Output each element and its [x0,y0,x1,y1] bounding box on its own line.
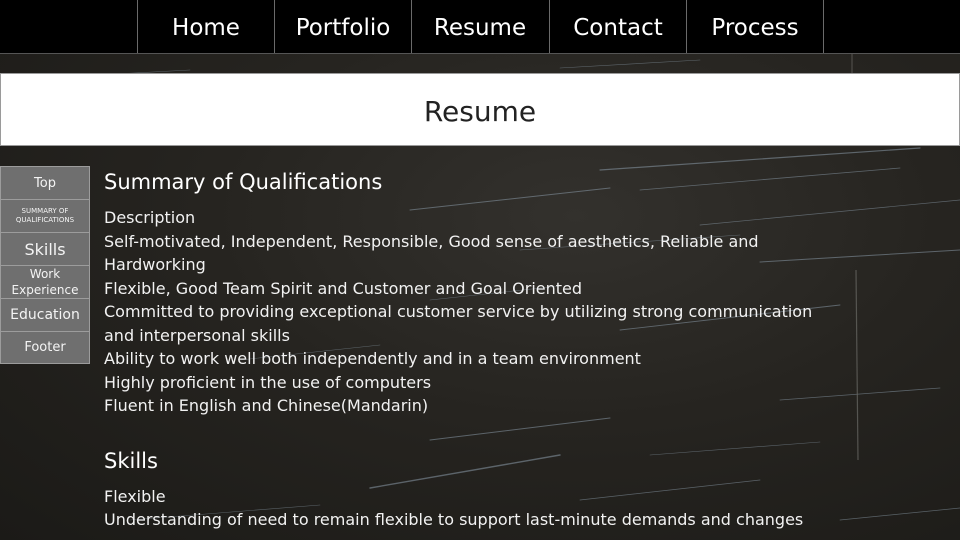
nav-portfolio-link[interactable]: Portfolio [274,0,411,53]
top-navigation: Home Portfolio Resume Contact Process [0,0,960,54]
section-sidebar: Top SUMMARY OF QUALIFICATIONS Skills Wor… [0,166,90,364]
section-subheading: Flexible [104,486,166,506]
summary-line: Ability to work well both independently … [104,349,641,368]
sidebar-item-label: Top [34,175,56,191]
nav-process-link[interactable]: Process [686,0,824,53]
sidebar-item-label: Work Experience [11,267,79,297]
sidebar-item-footer[interactable]: Footer [0,331,90,364]
section-title: Skills [104,448,158,473]
nav-contact-link[interactable]: Contact [549,0,686,53]
summary-line: Highly proficient in the use of computer… [104,372,432,392]
nav-home-link[interactable]: Home [137,0,274,53]
resume-content: Summary of Qualifications Description Se… [104,167,834,532]
page-header: Resume [0,73,960,146]
section-subheading: Description [104,208,196,227]
summary-line: Committed to providing exceptional custo… [104,302,813,345]
sidebar-item-label: Skills [24,239,66,259]
page-title: Resume [423,95,537,128]
summary-line: Flexible, Good Team Spirit and Customer … [104,278,583,298]
summary-section: Summary of Qualifications Description Se… [104,167,834,418]
nav-resume-link[interactable]: Resume [411,0,548,53]
sidebar-item-label: Education [10,307,80,323]
sidebar-item-work-experience[interactable]: Work Experience [0,265,90,298]
sidebar-item-skills[interactable]: Skills [0,232,90,265]
summary-line: Self-motivated, Independent, Responsible… [104,231,759,275]
section-title: Summary of Qualifications [104,170,383,194]
sidebar-item-education[interactable]: Education [0,298,90,331]
sidebar-item-top[interactable]: Top [0,166,90,199]
skills-line: Understanding of need to remain flexible… [104,510,804,529]
sidebar-item-label: SUMMARY OF QUALIFICATIONS [15,206,75,225]
summary-line: Fluent in English and Chinese(Mandarin) [104,396,429,415]
sidebar-item-summary[interactable]: SUMMARY OF QUALIFICATIONS [0,199,90,232]
skills-section: Skills Flexible Understanding of need to… [104,446,834,532]
sidebar-item-label: Footer [24,340,66,355]
